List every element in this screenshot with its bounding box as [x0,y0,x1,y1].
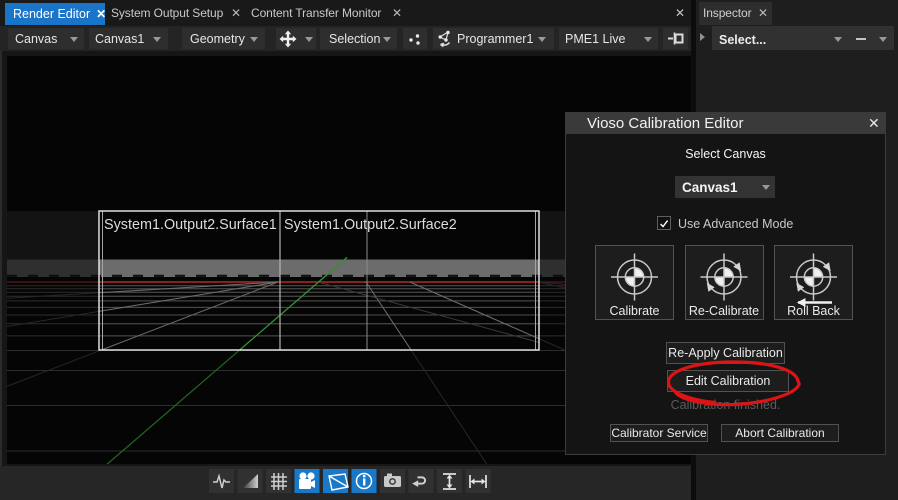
svg-text:System1.Output2.Surface2: System1.Output2.Surface2 [284,217,457,233]
svg-text:Roll Back: Roll Back [787,304,841,318]
svg-text:Re-Calibrate: Re-Calibrate [689,304,759,318]
svg-text:Calibrate: Calibrate [609,304,659,318]
svg-text:System1.Output2.Surface1: System1.Output2.Surface1 [104,217,277,233]
